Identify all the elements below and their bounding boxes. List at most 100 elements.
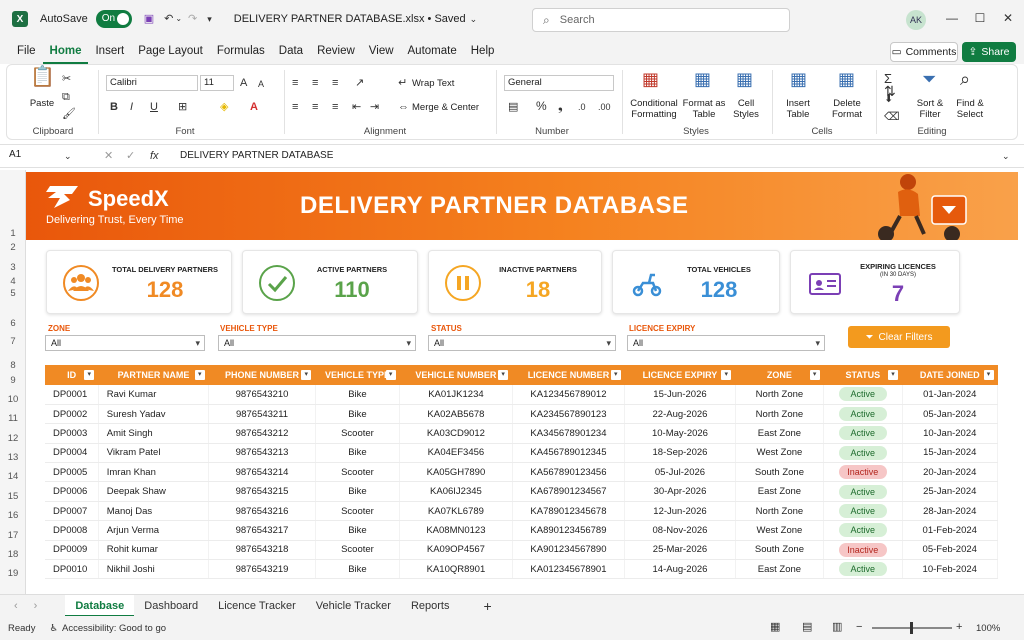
row-header[interactable]: 6 <box>0 318 26 329</box>
table-cell[interactable]: DP0001 <box>45 385 99 405</box>
table-cell[interactable]: 20-Jan-2024 <box>902 462 998 483</box>
column-header[interactable]: ZONE ▾ <box>735 365 824 385</box>
page-break-view-icon[interactable]: ▥ <box>832 620 842 634</box>
customize-toolbar-icon[interactable]: ▾ <box>207 12 212 26</box>
filter-dropdown-icon[interactable]: ▾ <box>721 370 732 380</box>
zoom-slider-thumb[interactable] <box>910 622 913 634</box>
table-cell[interactable]: 01-Feb-2024 <box>902 520 998 541</box>
table-cell[interactable]: South Zone <box>735 540 825 561</box>
table-cell[interactable]: East Zone <box>735 481 825 502</box>
table-cell[interactable]: Inactive <box>823 540 903 561</box>
paste-button[interactable]: Paste <box>28 98 56 109</box>
copy-icon[interactable]: ⧉ <box>62 90 70 104</box>
table-cell[interactable]: Active <box>823 520 903 541</box>
row-header[interactable]: 17 <box>0 530 26 541</box>
tab-file[interactable]: File <box>10 38 43 64</box>
bold-icon[interactable]: B <box>110 100 118 114</box>
table-cell[interactable]: Deepak Shaw <box>98 481 210 502</box>
table-cell[interactable]: Active <box>823 481 903 502</box>
table-cell[interactable]: 05-Jul-2026 <box>624 462 736 483</box>
table-cell[interactable]: 9876543219 <box>208 559 316 580</box>
accessibility-status[interactable]: Accessibility: Good to go <box>62 623 166 634</box>
table-cell[interactable]: 10-Jan-2024 <box>902 423 998 444</box>
autosum-icon[interactable]: Σ <box>884 72 892 86</box>
row-header[interactable]: 7 <box>0 336 26 347</box>
normal-view-icon[interactable]: ▦ <box>770 620 780 634</box>
increase-indent-icon[interactable]: ⇥ <box>370 100 379 114</box>
row-header[interactable]: 3 <box>0 262 26 273</box>
delete-cells-icon[interactable]: ▦ <box>838 70 855 88</box>
italic-icon[interactable]: I <box>130 100 133 114</box>
format-as-table-button[interactable]: Format as Table <box>682 98 726 120</box>
document-title[interactable]: DELIVERY PARTNER DATABASE.xlsx • Saved <box>234 13 466 25</box>
table-cell[interactable]: 22-Aug-2026 <box>624 404 736 425</box>
table-cell[interactable]: DP0004 <box>45 443 99 464</box>
table-cell[interactable]: 15-Jan-2024 <box>902 443 998 464</box>
table-cell[interactable]: South Zone <box>735 462 825 483</box>
wrap-text-icon[interactable]: ↵ <box>398 76 407 90</box>
fx-label[interactable]: fx <box>150 149 159 163</box>
table-cell[interactable]: 9876543211 <box>208 404 316 425</box>
table-cell[interactable]: KA012345678901 <box>512 559 626 580</box>
table-cell[interactable]: 10-May-2026 <box>624 423 736 444</box>
wrap-text-button[interactable]: Wrap Text <box>412 78 454 89</box>
table-cell[interactable]: KA234567890123 <box>512 404 626 425</box>
table-row[interactable]: DP0008 Arjun Verma 9876543217 Bike KA08MN012… <box>45 520 998 541</box>
row-header[interactable]: 5 <box>0 288 26 299</box>
table-cell[interactable]: 9876543216 <box>208 501 316 522</box>
row-header[interactable]: 14 <box>0 471 26 482</box>
table-row[interactable]: DP0003 Amit Singh 9876543212 Scooter KA03CD9… <box>45 423 998 444</box>
add-sheet-icon[interactable]: + <box>483 599 491 613</box>
filter-dropdown-icon[interactable]: ▾ <box>385 370 396 380</box>
increase-font-icon[interactable]: A <box>240 76 247 90</box>
table-cell[interactable]: Active <box>823 385 903 405</box>
font-color-icon[interactable]: A <box>250 100 258 114</box>
table-cell[interactable]: Ravi Kumar <box>98 385 210 405</box>
expand-formula-icon[interactable]: ⌄ <box>1002 149 1010 163</box>
tab-review[interactable]: Review <box>310 38 362 64</box>
borders-icon[interactable]: ⊞ <box>178 100 187 114</box>
delete-cells-button[interactable]: Delete Format <box>828 98 866 120</box>
sheet-tab-reports[interactable]: Reports <box>401 595 460 617</box>
maximize-icon[interactable]: ☐ <box>972 10 988 26</box>
table-cell[interactable]: DP0007 <box>45 501 99 522</box>
table-cell[interactable]: 9876543213 <box>208 443 316 464</box>
number-format-select[interactable]: General <box>504 75 614 91</box>
table-cell[interactable]: Bike <box>315 559 401 580</box>
table-cell[interactable]: KA03CD9012 <box>399 423 513 444</box>
underline-icon[interactable]: U <box>150 100 158 114</box>
find-select-button[interactable]: Find & Select <box>950 98 990 120</box>
formula-input[interactable]: DELIVERY PARTNER DATABASE <box>180 150 333 161</box>
cut-icon[interactable]: ✂ <box>62 72 71 86</box>
share-button[interactable]: ⇪ Share <box>962 42 1016 62</box>
table-cell[interactable]: Rohit kumar <box>98 540 210 561</box>
table-cell[interactable]: 12-Jun-2026 <box>624 501 736 522</box>
sheet-tab-database[interactable]: Database <box>65 594 135 617</box>
table-cell[interactable]: KA09OP4567 <box>399 540 513 561</box>
table-cell[interactable]: KA901234567890 <box>512 540 626 561</box>
table-cell[interactable]: East Zone <box>735 423 825 444</box>
table-cell[interactable]: 9876543215 <box>208 481 316 502</box>
percent-icon[interactable]: % <box>536 99 547 113</box>
increase-decimal-icon[interactable]: .0 <box>578 100 586 114</box>
table-cell[interactable]: Suresh Yadav <box>98 404 210 425</box>
column-header[interactable]: VEHICLE TYPE ▾ <box>315 365 400 385</box>
minimize-icon[interactable]: — <box>944 10 960 26</box>
filter-dropdown-icon[interactable]: ▾ <box>809 370 820 380</box>
table-cell[interactable]: Active <box>823 559 903 580</box>
tab-insert[interactable]: Insert <box>88 38 131 64</box>
table-cell[interactable]: KA05GH7890 <box>399 462 513 483</box>
table-cell[interactable]: 9876543217 <box>208 520 316 541</box>
table-cell[interactable]: KA06IJ2345 <box>399 481 513 502</box>
decrease-font-icon[interactable]: A <box>258 77 264 91</box>
tab-data[interactable]: Data <box>272 38 310 64</box>
scroll-right-icon[interactable]: › <box>34 599 38 613</box>
zoom-level[interactable]: 100% <box>976 623 1000 634</box>
table-cell[interactable]: Active <box>823 501 903 522</box>
paste-icon[interactable]: 📋 <box>30 67 55 96</box>
merge-center-icon[interactable]: ⇔ <box>398 100 409 114</box>
table-cell[interactable]: Bike <box>315 404 401 425</box>
table-cell[interactable]: 9876543214 <box>208 462 316 483</box>
filter-vehicle-type-select[interactable]: All <box>218 335 416 351</box>
table-row[interactable]: DP0005 Imran Khan 9876543214 Scooter KA05GH7… <box>45 462 998 483</box>
